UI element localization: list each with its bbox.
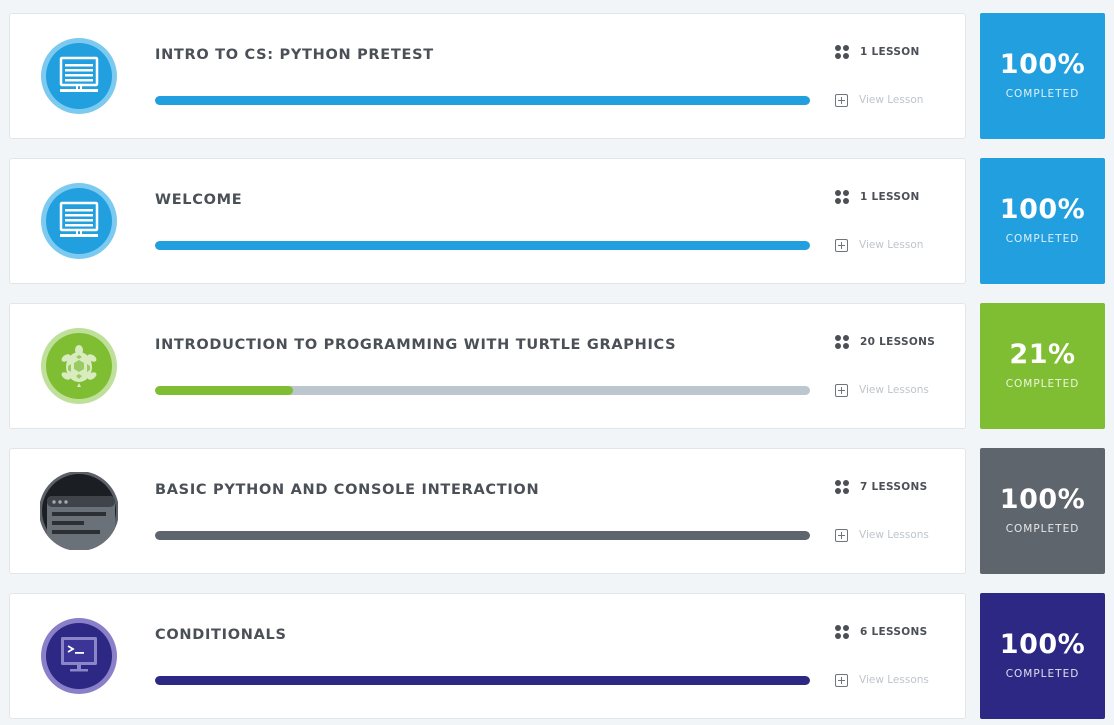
lessons-dots-icon	[835, 335, 849, 349]
progress-fill	[155, 386, 293, 395]
view-lessons-label: View Lessons	[859, 384, 929, 396]
completion-percent: 21%	[1009, 339, 1076, 370]
view-lessons-label: View Lessons	[859, 674, 929, 686]
lessons-dots-icon	[835, 625, 849, 639]
view-lessons-link[interactable]: View Lessons	[835, 527, 929, 543]
progress-bar	[155, 386, 810, 395]
monitor-icon	[40, 182, 118, 260]
progress-fill	[155, 676, 810, 685]
completion-percent: 100%	[999, 49, 1086, 80]
module-title: INTRODUCTION TO PROGRAMMING WITH TURTLE …	[155, 337, 677, 353]
lessons-dots-icon	[835, 480, 849, 494]
plus-square-icon	[835, 528, 848, 542]
completion-badge: 21% COMPLETED	[980, 303, 1105, 429]
progress-fill	[155, 96, 810, 105]
terminal-icon	[40, 617, 118, 695]
module-intro-to-cs-python-pretest: INTRO TO CS: PYTHON PRETEST 1 LESSON Vie…	[9, 13, 1105, 139]
lesson-count: 20 LESSONS	[835, 333, 935, 351]
plus-square-icon	[835, 238, 848, 252]
module-card: INTRO TO CS: PYTHON PRETEST 1 LESSON Vie…	[9, 13, 966, 139]
lesson-count-label: 20 LESSONS	[860, 336, 936, 348]
lesson-count: 7 LESSONS	[835, 478, 927, 496]
lesson-count-label: 7 LESSONS	[860, 481, 928, 493]
lesson-count: 1 LESSON	[835, 188, 920, 206]
module-conditionals: CONDITIONALS 6 LESSONS View Lessons 100%…	[9, 593, 1105, 719]
progress-bar	[155, 531, 810, 540]
completed-label: COMPLETED	[1005, 523, 1080, 535]
progress-fill	[155, 531, 810, 540]
progress-fill	[155, 241, 810, 250]
completion-badge: 100% COMPLETED	[980, 158, 1105, 284]
turtle-icon	[40, 327, 118, 405]
lesson-count-label: 6 LESSONS	[860, 626, 928, 638]
completed-label: COMPLETED	[1005, 378, 1080, 390]
module-title: CONDITIONALS	[155, 627, 287, 643]
module-card: CONDITIONALS 6 LESSONS View Lessons	[9, 593, 966, 719]
plus-square-icon	[835, 383, 848, 397]
progress-bar	[155, 96, 810, 105]
lesson-count-label: 1 LESSON	[860, 46, 920, 58]
console-window-icon	[40, 472, 118, 550]
completed-label: COMPLETED	[1005, 233, 1080, 245]
module-card: BASIC PYTHON AND CONSOLE INTERACTION 7 L…	[9, 448, 966, 574]
lessons-dots-icon	[835, 45, 849, 59]
module-intro-to-programming-turtle-graphics: INTRODUCTION TO PROGRAMMING WITH TURTLE …	[9, 303, 1105, 429]
completion-badge: 100% COMPLETED	[980, 448, 1105, 574]
view-lesson-link[interactable]: View Lesson	[835, 237, 923, 253]
completion-badge: 100% COMPLETED	[980, 593, 1105, 719]
completion-percent: 100%	[999, 194, 1086, 225]
view-lesson-label: View Lesson	[859, 94, 924, 106]
module-title: INTRO TO CS: PYTHON PRETEST	[155, 47, 434, 63]
completion-badge: 100% COMPLETED	[980, 13, 1105, 139]
lesson-count-label: 1 LESSON	[860, 191, 920, 203]
completed-label: COMPLETED	[1005, 668, 1080, 680]
module-basic-python-console-interaction: BASIC PYTHON AND CONSOLE INTERACTION 7 L…	[9, 448, 1105, 574]
completion-percent: 100%	[999, 484, 1086, 515]
module-welcome: WELCOME 1 LESSON View Lesson 100% COMPLE…	[9, 158, 1105, 284]
plus-square-icon	[835, 93, 848, 107]
lesson-count: 6 LESSONS	[835, 623, 927, 641]
progress-bar	[155, 676, 810, 685]
completed-label: COMPLETED	[1005, 88, 1080, 100]
module-title: BASIC PYTHON AND CONSOLE INTERACTION	[155, 482, 540, 498]
monitor-icon	[40, 37, 118, 115]
completion-percent: 100%	[999, 629, 1086, 660]
module-title: WELCOME	[155, 192, 243, 208]
progress-bar	[155, 241, 810, 250]
lessons-dots-icon	[835, 190, 849, 204]
plus-square-icon	[835, 673, 848, 687]
view-lessons-link[interactable]: View Lessons	[835, 382, 929, 398]
view-lessons-label: View Lessons	[859, 529, 929, 541]
module-card: WELCOME 1 LESSON View Lesson	[9, 158, 966, 284]
module-card: INTRODUCTION TO PROGRAMMING WITH TURTLE …	[9, 303, 966, 429]
lesson-count: 1 LESSON	[835, 43, 920, 61]
view-lesson-link[interactable]: View Lesson	[835, 92, 923, 108]
view-lessons-link[interactable]: View Lessons	[835, 672, 929, 688]
view-lesson-label: View Lesson	[859, 239, 924, 251]
